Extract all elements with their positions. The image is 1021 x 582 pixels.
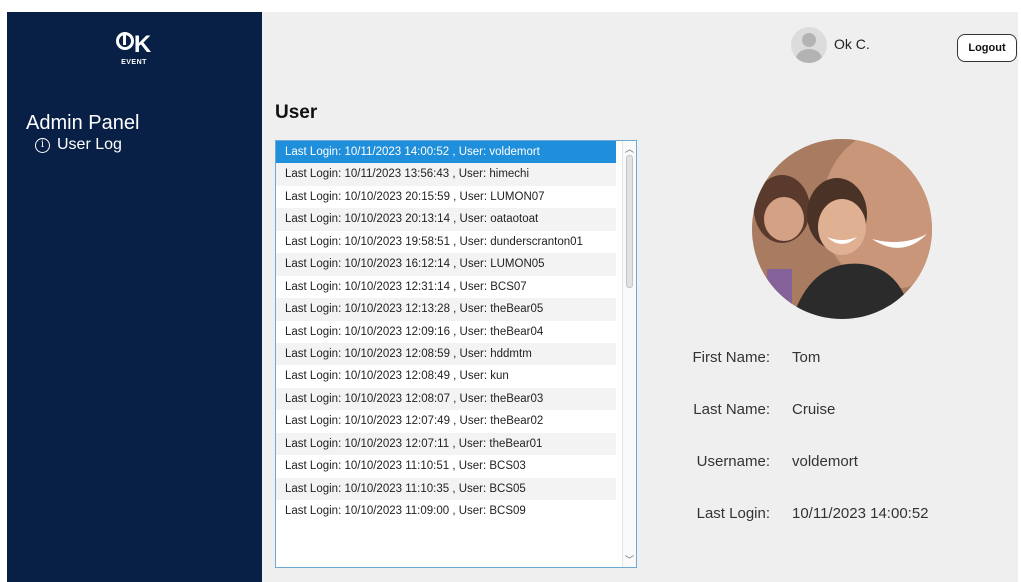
list-rows: Last Login: 10/11/2023 14:00:52 , User: … bbox=[276, 141, 636, 522]
logo-subtitle: EVENT bbox=[121, 59, 147, 66]
avatar bbox=[791, 27, 827, 63]
sidebar-item-label: User Log bbox=[57, 136, 122, 153]
list-item[interactable]: Last Login: 10/10/2023 12:08:49 , User: … bbox=[276, 365, 616, 387]
scroll-thumb[interactable] bbox=[626, 155, 633, 288]
logout-button[interactable]: Logout bbox=[957, 34, 1017, 62]
last-login-label: Last Login: bbox=[696, 505, 770, 522]
page-title: User bbox=[275, 102, 318, 123]
list-item[interactable]: Last Login: 10/10/2023 20:13:14 , User: … bbox=[276, 208, 616, 231]
list-item[interactable]: Last Login: 10/10/2023 12:07:11 , User: … bbox=[276, 432, 616, 456]
last-name-value: Cruise bbox=[792, 401, 836, 418]
first-name-value: Tom bbox=[792, 349, 821, 366]
list-item[interactable]: Last Login: 10/10/2023 12:09:16 , User: … bbox=[276, 321, 616, 343]
scroll-up-icon[interactable]: ︿ bbox=[625, 142, 634, 155]
profile-photo bbox=[752, 139, 932, 319]
list-item[interactable]: Last Login: 10/10/2023 11:10:35 , User: … bbox=[276, 477, 616, 500]
username-label: Username: bbox=[696, 453, 770, 470]
current-user-name: Ok C. bbox=[834, 36, 870, 52]
sidebar: K EVENT Admin Panel bbox=[7, 12, 262, 582]
logo-letter: K bbox=[133, 31, 153, 58]
logo-power-icon bbox=[115, 32, 134, 50]
list-item[interactable]: Last Login: 10/10/2023 11:10:51 , User: … bbox=[276, 455, 616, 477]
info-icon: i bbox=[35, 137, 50, 153]
last-name-label: Last Name: bbox=[693, 401, 770, 418]
user-log-list[interactable]: Last Login: 10/11/2023 14:00:52 , User: … bbox=[275, 140, 637, 568]
scroll-down-icon[interactable]: ﹀ bbox=[625, 553, 634, 566]
list-item[interactable]: Last Login: 10/10/2023 19:58:51 , User: … bbox=[276, 231, 616, 253]
sidebar-item-user-log[interactable]: i User Log bbox=[35, 136, 122, 154]
username-value: voldemort bbox=[792, 453, 858, 470]
list-item[interactable]: Last Login: 10/10/2023 11:09:00 , User: … bbox=[276, 500, 616, 522]
list-item[interactable]: Last Login: 10/10/2023 12:13:28 , User: … bbox=[276, 298, 616, 321]
list-item[interactable]: Last Login: 10/11/2023 13:56:43 , User: … bbox=[276, 163, 616, 186]
last-login-value: 10/11/2023 14:00:52 bbox=[792, 505, 929, 522]
list-item[interactable]: Last Login: 10/10/2023 20:15:59 , User: … bbox=[276, 186, 616, 208]
profile-photo-image bbox=[752, 139, 932, 319]
list-item[interactable]: Last Login: 10/10/2023 12:31:14 , User: … bbox=[276, 276, 616, 298]
list-item[interactable]: Last Login: 10/10/2023 12:08:07 , User: … bbox=[276, 387, 616, 411]
first-name-label: First Name: bbox=[692, 349, 770, 366]
list-item[interactable]: Last Login: 10/10/2023 16:12:14 , User: … bbox=[276, 253, 616, 276]
list-item[interactable]: Last Login: 10/10/2023 12:07:49 , User: … bbox=[276, 410, 616, 432]
list-scrollbar[interactable]: ︿ ﹀ bbox=[622, 141, 636, 567]
logo: K EVENT bbox=[99, 32, 169, 66]
sidebar-title: Admin Panel bbox=[26, 112, 140, 134]
list-item[interactable]: Last Login: 10/11/2023 14:00:52 , User: … bbox=[276, 141, 616, 164]
list-item[interactable]: Last Login: 10/10/2023 12:08:59 , User: … bbox=[276, 342, 616, 366]
logo-mark: K bbox=[99, 32, 169, 58]
